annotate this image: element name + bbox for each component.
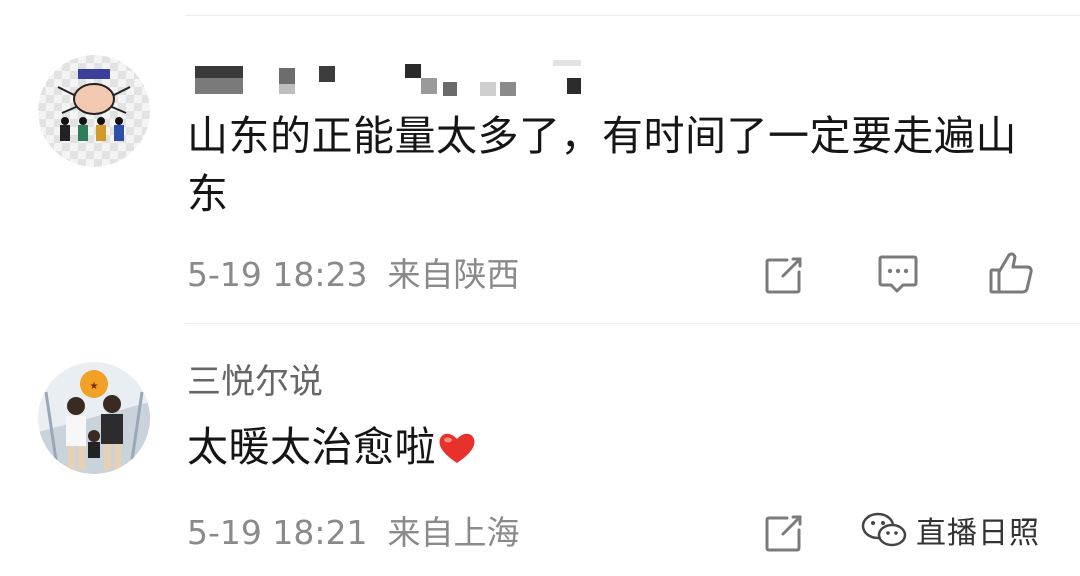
comment-item: 山东的正能量太多了，有时间了一定要走遍山东 5-19 18:23 来自陕西 — [0, 0, 1080, 325]
comment-divider — [185, 323, 1080, 324]
comment-button[interactable] — [873, 250, 923, 300]
avatar-image: ★ — [38, 362, 150, 474]
share-button[interactable] — [759, 250, 809, 300]
comment-text-content: 太暖太治愈啦 — [187, 423, 436, 471]
share-icon — [765, 515, 802, 552]
avatar-image — [38, 55, 150, 167]
comment-location: 来自陕西 — [387, 255, 520, 294]
comment-date: 5-19 18:21 — [187, 513, 368, 552]
wechat-icon — [861, 512, 907, 547]
username-redacted — [195, 60, 585, 100]
red-heart-icon — [439, 433, 475, 463]
comment-text: 太暖太治愈啦 — [187, 418, 1057, 476]
svg-text:★: ★ — [90, 381, 99, 392]
share-button[interactable] — [759, 508, 809, 558]
avatar[interactable]: ★ — [38, 362, 150, 474]
comment-list: 山东的正能量太多了，有时间了一定要走遍山东 5-19 18:23 来自陕西 ★ … — [0, 0, 1080, 576]
like-button[interactable] — [986, 248, 1036, 298]
username[interactable]: 三悦尔说 — [187, 362, 323, 402]
watermark: 直播日照 — [856, 508, 1044, 552]
share-icon — [765, 257, 802, 294]
comment-date: 5-19 18:23 — [187, 255, 368, 294]
avatar[interactable] — [38, 55, 150, 167]
like-icon — [989, 252, 1033, 294]
watermark-text: 直播日照 — [916, 516, 1040, 551]
comment-meta: 5-19 18:21 来自上海 — [187, 513, 520, 553]
comment-meta: 5-19 18:23 来自陕西 — [187, 255, 520, 295]
comment-text: 山东的正能量太多了，有时间了一定要走遍山东 — [187, 112, 1017, 218]
comment-icon — [878, 255, 918, 293]
comment-location: 来自上海 — [387, 513, 520, 552]
